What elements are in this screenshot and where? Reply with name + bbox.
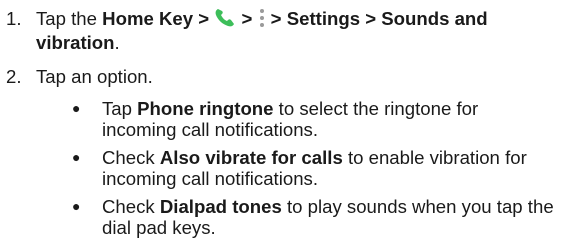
step-2-text: Tap an option. — [36, 66, 153, 87]
option-phone-ringtone: Phone ringtone — [137, 98, 274, 119]
bullet-dot: ● — [72, 149, 81, 165]
bullet-text: Check Dialpad tones to play sounds when … — [102, 196, 554, 238]
bullet-text: Tap Phone ringtone to select the rington… — [102, 98, 479, 140]
option-dialpad-tones: Dialpad tones — [159, 196, 282, 217]
option-also-vibrate: Also vibrate for calls — [159, 147, 343, 168]
step-1-number: 1. — [6, 8, 22, 29]
bullet-dot: ● — [72, 100, 81, 116]
instruction-document: 1. Tap the Home Key > > > Settings > Sou… — [0, 0, 564, 241]
bullet-text: Check Also vibrate for calls to enable v… — [102, 147, 527, 189]
more-vertical-icon — [258, 8, 266, 32]
step-1-text: Tap the Home Key > > > Settings > Sounds… — [36, 8, 488, 53]
bullet-dot: ● — [72, 198, 81, 214]
home-key-label: Home Key > — [102, 8, 210, 29]
step-2-number: 2. — [6, 66, 22, 87]
phone-icon — [214, 8, 236, 32]
